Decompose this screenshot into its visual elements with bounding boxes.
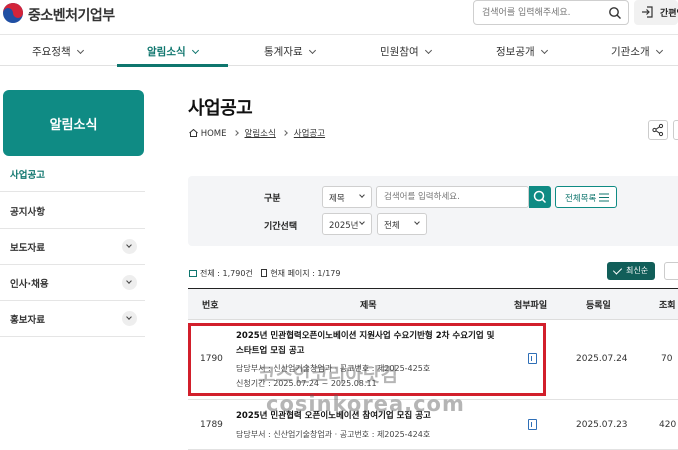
chevron-down-icon [359, 192, 365, 198]
year-select-value: 2025년 [329, 221, 359, 231]
gnb-item-policy[interactable]: 주요정책 [32, 44, 84, 59]
row-meta-department: 담당부서 : 신산업기술창업과 · 공고번호 : 제2025-424호 [236, 430, 431, 439]
month-select-value: 전체 [384, 221, 400, 231]
list-icon [599, 193, 609, 202]
print-button[interactable] [673, 120, 678, 140]
sidebar-item-notice[interactable]: 공지사항 [0, 193, 145, 229]
attachment-file-icon[interactable] [528, 419, 537, 430]
chevron-down-icon [414, 219, 420, 225]
breadcrumb: HOME 알림소식 사업공고 [189, 127, 325, 139]
global-search-box [473, 0, 629, 25]
view-all-label: 전체목록 [565, 194, 597, 204]
filter-period-label: 기간선택 [264, 222, 298, 232]
sidebar-item-label: 보도자료 [10, 243, 45, 254]
sidebar-item-label: 홍보자료 [10, 315, 45, 326]
sort-latest-button[interactable]: 최신순 [607, 262, 655, 280]
chevron-down-icon [540, 46, 548, 55]
table-header: 번호 제목 첨부파일 등록일 조회 [188, 288, 678, 320]
sidebar-item-label: 사업공고 [10, 170, 45, 181]
sidebar-item-press[interactable]: 보도자료 [0, 229, 145, 265]
watermark-korean: 코스인코리아닷컴 [258, 364, 398, 386]
simple-login-button[interactable]: 간편인 [634, 0, 678, 25]
sort-latest-label: 최신순 [626, 266, 649, 275]
column-header-no: 번호 [202, 301, 219, 311]
gnb-item-participation[interactable]: 민원참여 [380, 44, 432, 59]
breadcrumb-home[interactable]: HOME [201, 129, 227, 139]
sidebar-item-promotion[interactable]: 홍보자료 [0, 301, 145, 337]
gnb-label: 주요정책 [32, 46, 71, 58]
sort-option-button[interactable] [664, 262, 678, 280]
column-header-attachment: 첨부파일 [514, 301, 548, 311]
sidebar-item-business-notice[interactable]: 사업공고 [0, 156, 145, 192]
taeguk-logo-icon [3, 3, 23, 23]
chevron-down-icon [191, 46, 199, 55]
result-counts: 전체 : 1,790건 현재 페이지 : 1/179 [189, 268, 341, 279]
breadcrumb-news[interactable]: 알림소식 [245, 129, 276, 139]
chevron-down-icon [655, 46, 663, 55]
keyword-search-button[interactable] [529, 186, 551, 208]
column-header-views: 조회 [659, 301, 676, 311]
check-icon [612, 265, 623, 275]
column-header-title: 제목 [360, 301, 377, 311]
gnb-label: 민원참여 [380, 46, 419, 58]
chevron-down-icon [424, 46, 432, 55]
year-select[interactable]: 2025년 [322, 213, 372, 235]
login-icon [642, 6, 653, 18]
simple-login-label: 간편인 [660, 9, 678, 19]
gnb-label: 알림소식 [147, 46, 186, 58]
search-icon[interactable] [608, 6, 622, 20]
row-date: 2025.07.23 [576, 420, 628, 430]
sidebar-title: 알림소식 [49, 118, 98, 133]
gnb-item-disclosure[interactable]: 정보공개 [496, 44, 548, 59]
search-filter-panel: 구분 제목 전체목록 기간선택 2025년 전체 [188, 176, 678, 246]
home-icon [189, 128, 198, 137]
month-select[interactable]: 전체 [377, 213, 427, 235]
book-icon [189, 270, 197, 277]
gnb-active-indicator [117, 64, 228, 67]
gnb-item-about[interactable]: 기관소개 [611, 44, 663, 59]
chevron-right-icon [281, 130, 288, 136]
chevron-down-icon [359, 219, 365, 225]
watermark-url: cosinkorea.com [266, 392, 465, 416]
page-title: 사업공고 [188, 98, 253, 119]
breadcrumb-current[interactable]: 사업공고 [294, 129, 325, 139]
sidebar-item-label: 공지사항 [10, 207, 45, 218]
column-header-date: 등록일 [586, 301, 611, 311]
gnb-label: 정보공개 [496, 46, 535, 58]
view-all-button[interactable]: 전체목록 [555, 186, 617, 208]
category-select-value: 제목 [329, 194, 345, 204]
bookmark-icon [261, 269, 268, 277]
sidebar-item-label: 인사·채용 [10, 279, 49, 290]
chevron-down-icon [76, 46, 84, 55]
share-icon [652, 123, 664, 137]
row-number: 1789 [200, 420, 223, 430]
chevron-down-icon[interactable] [122, 311, 137, 326]
gnb-label: 통계자료 [264, 46, 303, 58]
ministry-name[interactable]: 중소벤처기업부 [28, 5, 115, 25]
global-search-input[interactable] [482, 5, 602, 21]
category-select[interactable]: 제목 [322, 186, 372, 208]
gnb-item-news[interactable]: 알림소식 [147, 44, 199, 59]
row-views: 420 [659, 420, 677, 430]
total-count: 전체 : 1,790건 [200, 269, 253, 278]
chevron-down-icon[interactable] [122, 239, 137, 254]
search-icon [533, 190, 547, 204]
sidebar-header: 알림소식 [3, 90, 144, 156]
row-date: 2025.07.24 [576, 354, 628, 364]
chevron-down-icon[interactable] [122, 275, 137, 290]
chevron-down-icon [308, 46, 316, 55]
current-page: 현재 페이지 : 1/179 [270, 269, 341, 278]
share-button[interactable] [648, 120, 668, 140]
gnb-item-statistics[interactable]: 통계자료 [264, 44, 316, 59]
row-views: 70 [661, 354, 673, 364]
sidebar-item-hr[interactable]: 인사·채용 [0, 265, 145, 301]
keyword-input[interactable] [376, 186, 529, 208]
main-navigation: 주요정책 알림소식 통계자료 민원참여 정보공개 기관소개 [0, 34, 678, 67]
gnb-label: 기관소개 [611, 46, 650, 58]
chevron-right-icon [232, 130, 239, 136]
filter-category-label: 구분 [264, 194, 281, 204]
